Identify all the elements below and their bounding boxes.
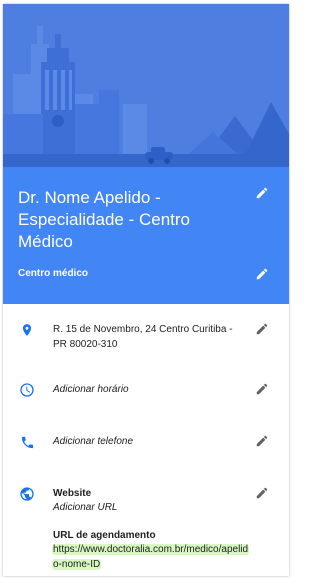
pencil-icon bbox=[255, 322, 269, 341]
edit-website-button[interactable] bbox=[251, 484, 273, 506]
add-phone-link[interactable]: Adicionar telefone bbox=[53, 434, 133, 449]
pencil-icon bbox=[255, 382, 269, 401]
hero-illustration bbox=[3, 4, 289, 167]
edit-hours-button[interactable] bbox=[251, 380, 273, 402]
business-category: Centro médico bbox=[18, 268, 89, 279]
booking-url-label: URL de agendamento bbox=[53, 530, 156, 541]
cityscape-illustration bbox=[3, 4, 289, 167]
business-name: Dr. Nome Apelido - Especialidade - Centr… bbox=[18, 188, 190, 251]
pencil-icon bbox=[255, 434, 269, 453]
phone-icon bbox=[18, 433, 36, 451]
pencil-icon bbox=[255, 267, 269, 286]
booking-url-link[interactable]: https://www.doctoralia.com.br/medico/ape… bbox=[52, 544, 250, 570]
clock-icon bbox=[18, 381, 36, 399]
booking-url-container: https://www.doctoralia.com.br/medico/ape… bbox=[52, 542, 252, 572]
pencil-icon bbox=[255, 486, 269, 505]
edit-phone-button[interactable] bbox=[251, 432, 273, 454]
globe-icon bbox=[18, 485, 36, 503]
add-hours-link[interactable]: Adicionar horário bbox=[53, 382, 129, 397]
address-text: R. 15 de Novembro, 24 Centro Curitiba - … bbox=[53, 324, 233, 350]
location-pin-icon bbox=[18, 321, 36, 339]
edit-category-button[interactable] bbox=[251, 265, 273, 287]
pencil-icon bbox=[255, 186, 269, 205]
add-url-link[interactable]: Adicionar URL bbox=[53, 500, 117, 515]
edit-address-button[interactable] bbox=[251, 320, 273, 342]
website-label: Website bbox=[53, 488, 92, 499]
business-profile-card: Dr. Nome Apelido - Especialidade - Centr… bbox=[3, 4, 289, 576]
edit-name-button[interactable] bbox=[251, 184, 273, 206]
